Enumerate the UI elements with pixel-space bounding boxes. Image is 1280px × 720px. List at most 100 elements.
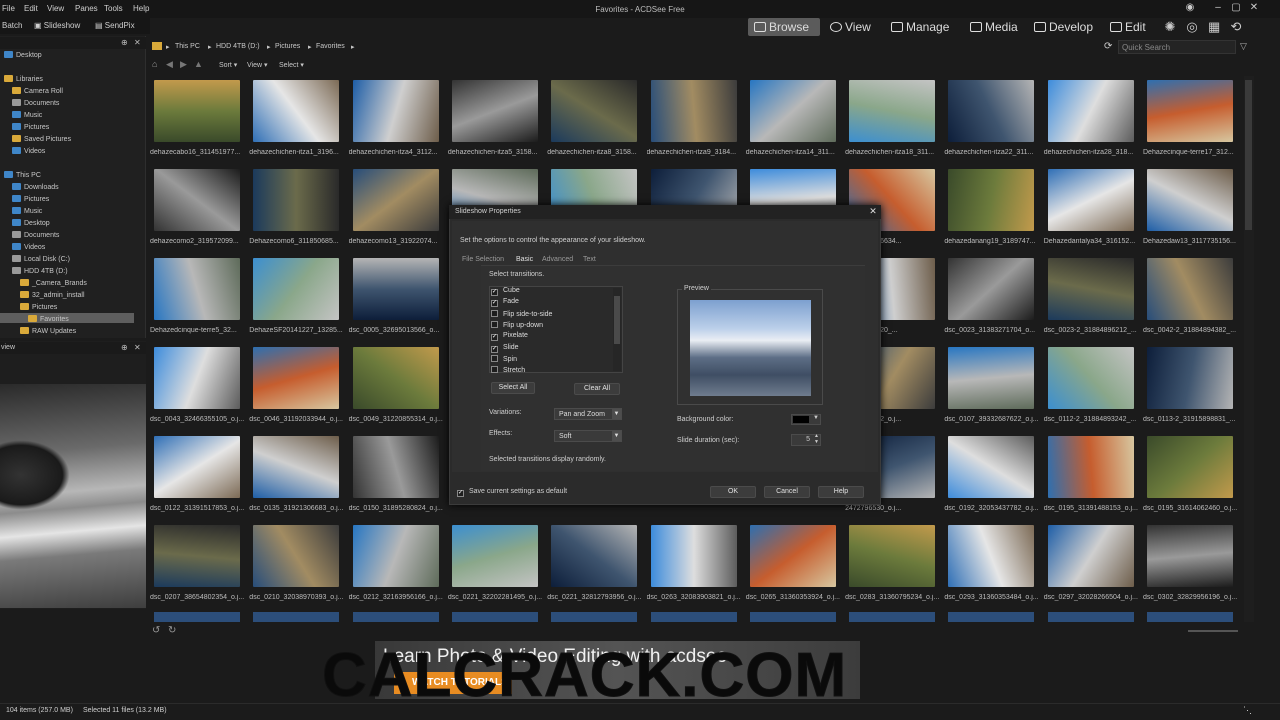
thumbnail-item[interactable]: dehazechichen-itza22_311... [942,76,1039,163]
thumbnail-item[interactable]: dsc_0005_32695013566_o... [347,254,444,341]
variations-dropdown[interactable]: Pan and Zoom ▼ [554,408,622,420]
quick-search-input[interactable]: Quick Search [1118,40,1236,54]
mode-edit-button[interactable]: Edit [1108,18,1146,36]
save-default-checkbox[interactable]: ✓ Save current settings as default [457,488,567,497]
checkbox-unchecked-icon[interactable] [491,320,498,328]
checkbox-checked-icon[interactable]: ✓ [491,300,498,308]
transition-option[interactable]: Flip up-down [491,320,543,329]
rotate-right-icon[interactable]: ↻ [168,625,176,636]
help-button[interactable]: Help [818,486,864,498]
checkbox-checked-icon[interactable]: ✓ [491,334,498,342]
tree-item-pc-music[interactable]: Music [12,207,42,215]
checkbox-unchecked-icon[interactable] [491,366,498,374]
checkbox-unchecked-icon[interactable] [491,354,498,362]
thumbnail-item[interactable]: dehazecomo2_319572099... [148,165,245,252]
mode-media-button[interactable]: Media [968,18,1018,36]
checkbox-checked-icon[interactable]: ✓ [491,289,498,296]
thumbnail-item[interactable]: dsc_0042-2_31884894382_... [1141,254,1238,341]
slideshow-button[interactable]: ▣ Slideshow [34,21,80,30]
checkbox-checked-icon[interactable]: ✓ [491,345,498,353]
select-all-button[interactable]: Select All [491,382,535,394]
thumbnail-item[interactable]: dsc_0046_31192033944_o.j... [247,343,344,430]
resize-grip-icon[interactable]: ⋱ [1243,705,1252,716]
pane-close-icon[interactable]: ✕ [134,38,141,47]
thumbnail-item[interactable]: dehazecomo13_31922074... [347,165,444,252]
thumbnail-item[interactable]: dsc_0283_31360795234_o.j... [843,521,940,608]
thumbnail-item[interactable]: dsc_0293_31360353484_o.j... [942,521,1039,608]
thumbnail-item[interactable]: dsc_0135_31921306683_o.j... [247,432,344,519]
batch-button[interactable]: Batch [2,21,22,30]
thumbnail-item[interactable]: dehazecabo16_311451977... [148,76,245,163]
share-icon[interactable]: ⟲ [1230,20,1242,33]
thumbnail-item[interactable]: dsc_0221_32812793956_o.j... [545,521,642,608]
mode-manage-button[interactable]: Manage [889,18,949,36]
thumbnail-item[interactable]: dsc_0192_32053437782_o.j... [942,432,1039,519]
tree-item-pc-videos[interactable]: Videos [12,243,45,251]
transition-option[interactable]: ✓ Pixelate [491,332,528,342]
tab-advanced[interactable]: Advanced [542,256,573,263]
back-icon[interactable]: ◀ [166,59,173,70]
transition-option[interactable]: ✓ Fade [491,298,519,308]
thumbnail-item[interactable]: dsc_0195_31614062460_o.j... [1141,432,1238,519]
thumbnail-item[interactable]: dehazedanang19_3189747... [942,165,1039,252]
tree-item-this-pc[interactable]: This PC [4,171,41,179]
thumbnail-item[interactable]: dsc_0113-2_31915898831_... [1141,343,1238,430]
forward-icon[interactable]: ▶ [180,59,187,70]
tree-item-music[interactable]: Music [12,111,42,119]
thumbnail-item[interactable]: dsc_0043_32466355105_o.j... [148,343,245,430]
dialog-close-icon[interactable]: ✕ [867,206,879,218]
thumbnail-item[interactable]: dsc_0150_31895280824_o.j... [347,432,444,519]
ok-button[interactable]: OK [710,486,756,498]
thumbnail-item[interactable]: Dehazecomo6_311850685... [247,165,344,252]
thumbnail-item[interactable]: dsc_0302_32829956196_o.j... [1141,521,1238,608]
close-icon[interactable]: ✕ [1248,2,1260,14]
rotate-left-icon[interactable]: ↺ [152,625,160,636]
pin-icon[interactable]: ⊕ [121,343,128,352]
maximize-icon[interactable]: ▢ [1230,2,1242,14]
thumbnail-item[interactable]: DehazeSF20141227_13285... [247,254,344,341]
filter-icon[interactable]: ▽ [1240,41,1247,52]
thumbnail-item[interactable]: dsc_0049_31220855314_o.j... [347,343,444,430]
thumbnail-item[interactable]: dsc_0212_32163956166_o.j... [347,521,444,608]
tree-item-saved-pictures[interactable]: Saved Pictures [12,135,71,143]
breadcrumb-pictures[interactable]: Pictures [275,43,300,50]
effects-dropdown[interactable]: Soft ▼ [554,430,622,442]
thumbnail-item[interactable]: dsc_0210_32038970393_o.j... [247,521,344,608]
sort-menu[interactable]: Sort ▾ [219,61,237,69]
view-menu[interactable]: View ▾ [247,61,268,69]
dashboard-icon[interactable]: ✺ [1164,20,1176,33]
thumbnail-item[interactable]: Dehazedcinque-terre5_32... [148,254,245,341]
stats-icon[interactable]: ▦ [1208,20,1220,33]
tree-item-local-disk[interactable]: Local Disk (C:) [12,255,70,263]
transition-option[interactable]: Stretch [491,366,525,374]
thumbnail-item[interactable]: dehazechichen-itza18_311... [843,76,940,163]
tree-item-pc-pictures[interactable]: Pictures [12,195,49,203]
mode-browse-button[interactable]: Browse [748,18,820,36]
tree-item-documents[interactable]: Documents [12,99,59,107]
address-bar[interactable]: ▸ This PC ▸ HDD 4TB (D:) ▸ Pictures ▸ Fa… [148,39,1248,55]
mode-view-button[interactable]: View [828,18,871,36]
checkbox-unchecked-icon[interactable] [491,309,498,317]
tree-item-hdd-pictures[interactable]: Pictures [20,303,57,311]
thumbnail-item[interactable]: dsc_0023-2_31884896212_... [1042,254,1139,341]
tree-item-pc-desktop[interactable]: Desktop [12,219,50,227]
tree-item-videos[interactable]: Videos [12,147,45,155]
breadcrumb-favorites[interactable]: Favorites [316,43,345,50]
user-icon[interactable]: ◉ [1184,2,1196,14]
thumbnail-item[interactable]: dsc_0023_31383271704_o... [942,254,1039,341]
thumbnail-item[interactable]: dehazechichen-itza5_3158... [446,76,543,163]
thumbnail-item[interactable]: dsc_0107_39332687622_o.j... [942,343,1039,430]
transitions-scroll-thumb[interactable] [614,296,620,344]
sync-icon[interactable]: ⟳ [1104,41,1112,52]
sendpix-button[interactable]: ▤ SendPix [95,21,135,30]
thumbnail-item[interactable]: dsc_0263_32083903821_o.j... [645,521,742,608]
spinner-arrows-icon[interactable]: ▲ ▼ [814,433,819,445]
thumbnail-item[interactable]: Dehazecinque-terre17_312... [1141,76,1238,163]
thumbnail-item[interactable]: dsc_0112-2_31884893242_... [1042,343,1139,430]
breadcrumb-this-pc[interactable]: This PC [175,43,200,50]
transition-option[interactable]: ✓ Slide [491,344,519,353]
transition-option[interactable]: ✓ Cube [491,287,520,296]
thumbnail-item[interactable]: dehazechichen-itza14_311... [744,76,841,163]
thumbnail-item[interactable]: Dehazedantalya34_316152... [1042,165,1139,252]
tree-item-pc-documents[interactable]: Documents [12,231,59,239]
